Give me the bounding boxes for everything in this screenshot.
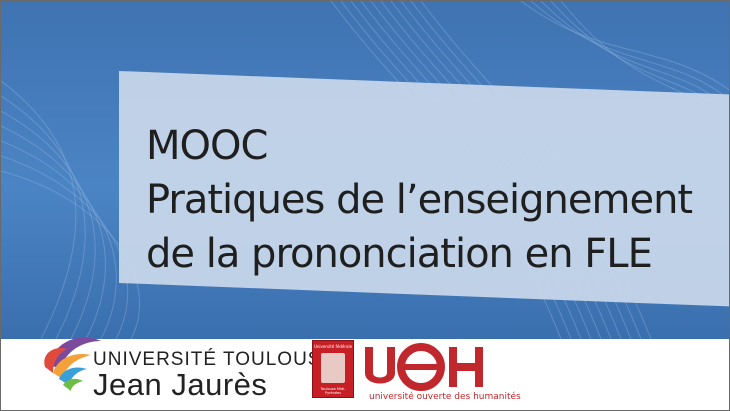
seal-bottom-text: Toulouse Midi-Pyrénées — [320, 387, 346, 395]
uoh-logo-icon — [365, 343, 483, 391]
title-line-mooc: MOOC — [146, 123, 268, 169]
seal-emblem-icon — [321, 353, 345, 383]
slide-frame: MOOC Pratiques de l’enseignement de la p… — [0, 0, 730, 411]
course-title: MOOC Pratiques de l’enseignement de la p… — [146, 119, 726, 281]
university-name-line2: Jean Jaurès — [93, 367, 268, 402]
uoh-subtitle: université ouverte des humanités — [369, 392, 521, 402]
federal-university-seal: Université fédérale Toulouse Midi-Pyréné… — [312, 340, 354, 398]
title-line-pratiques: Pratiques de l’enseignement — [146, 177, 693, 223]
seal-top-text: Université fédérale — [313, 344, 353, 349]
title-line-prononciation: de la prononciation en FLE — [146, 231, 653, 277]
